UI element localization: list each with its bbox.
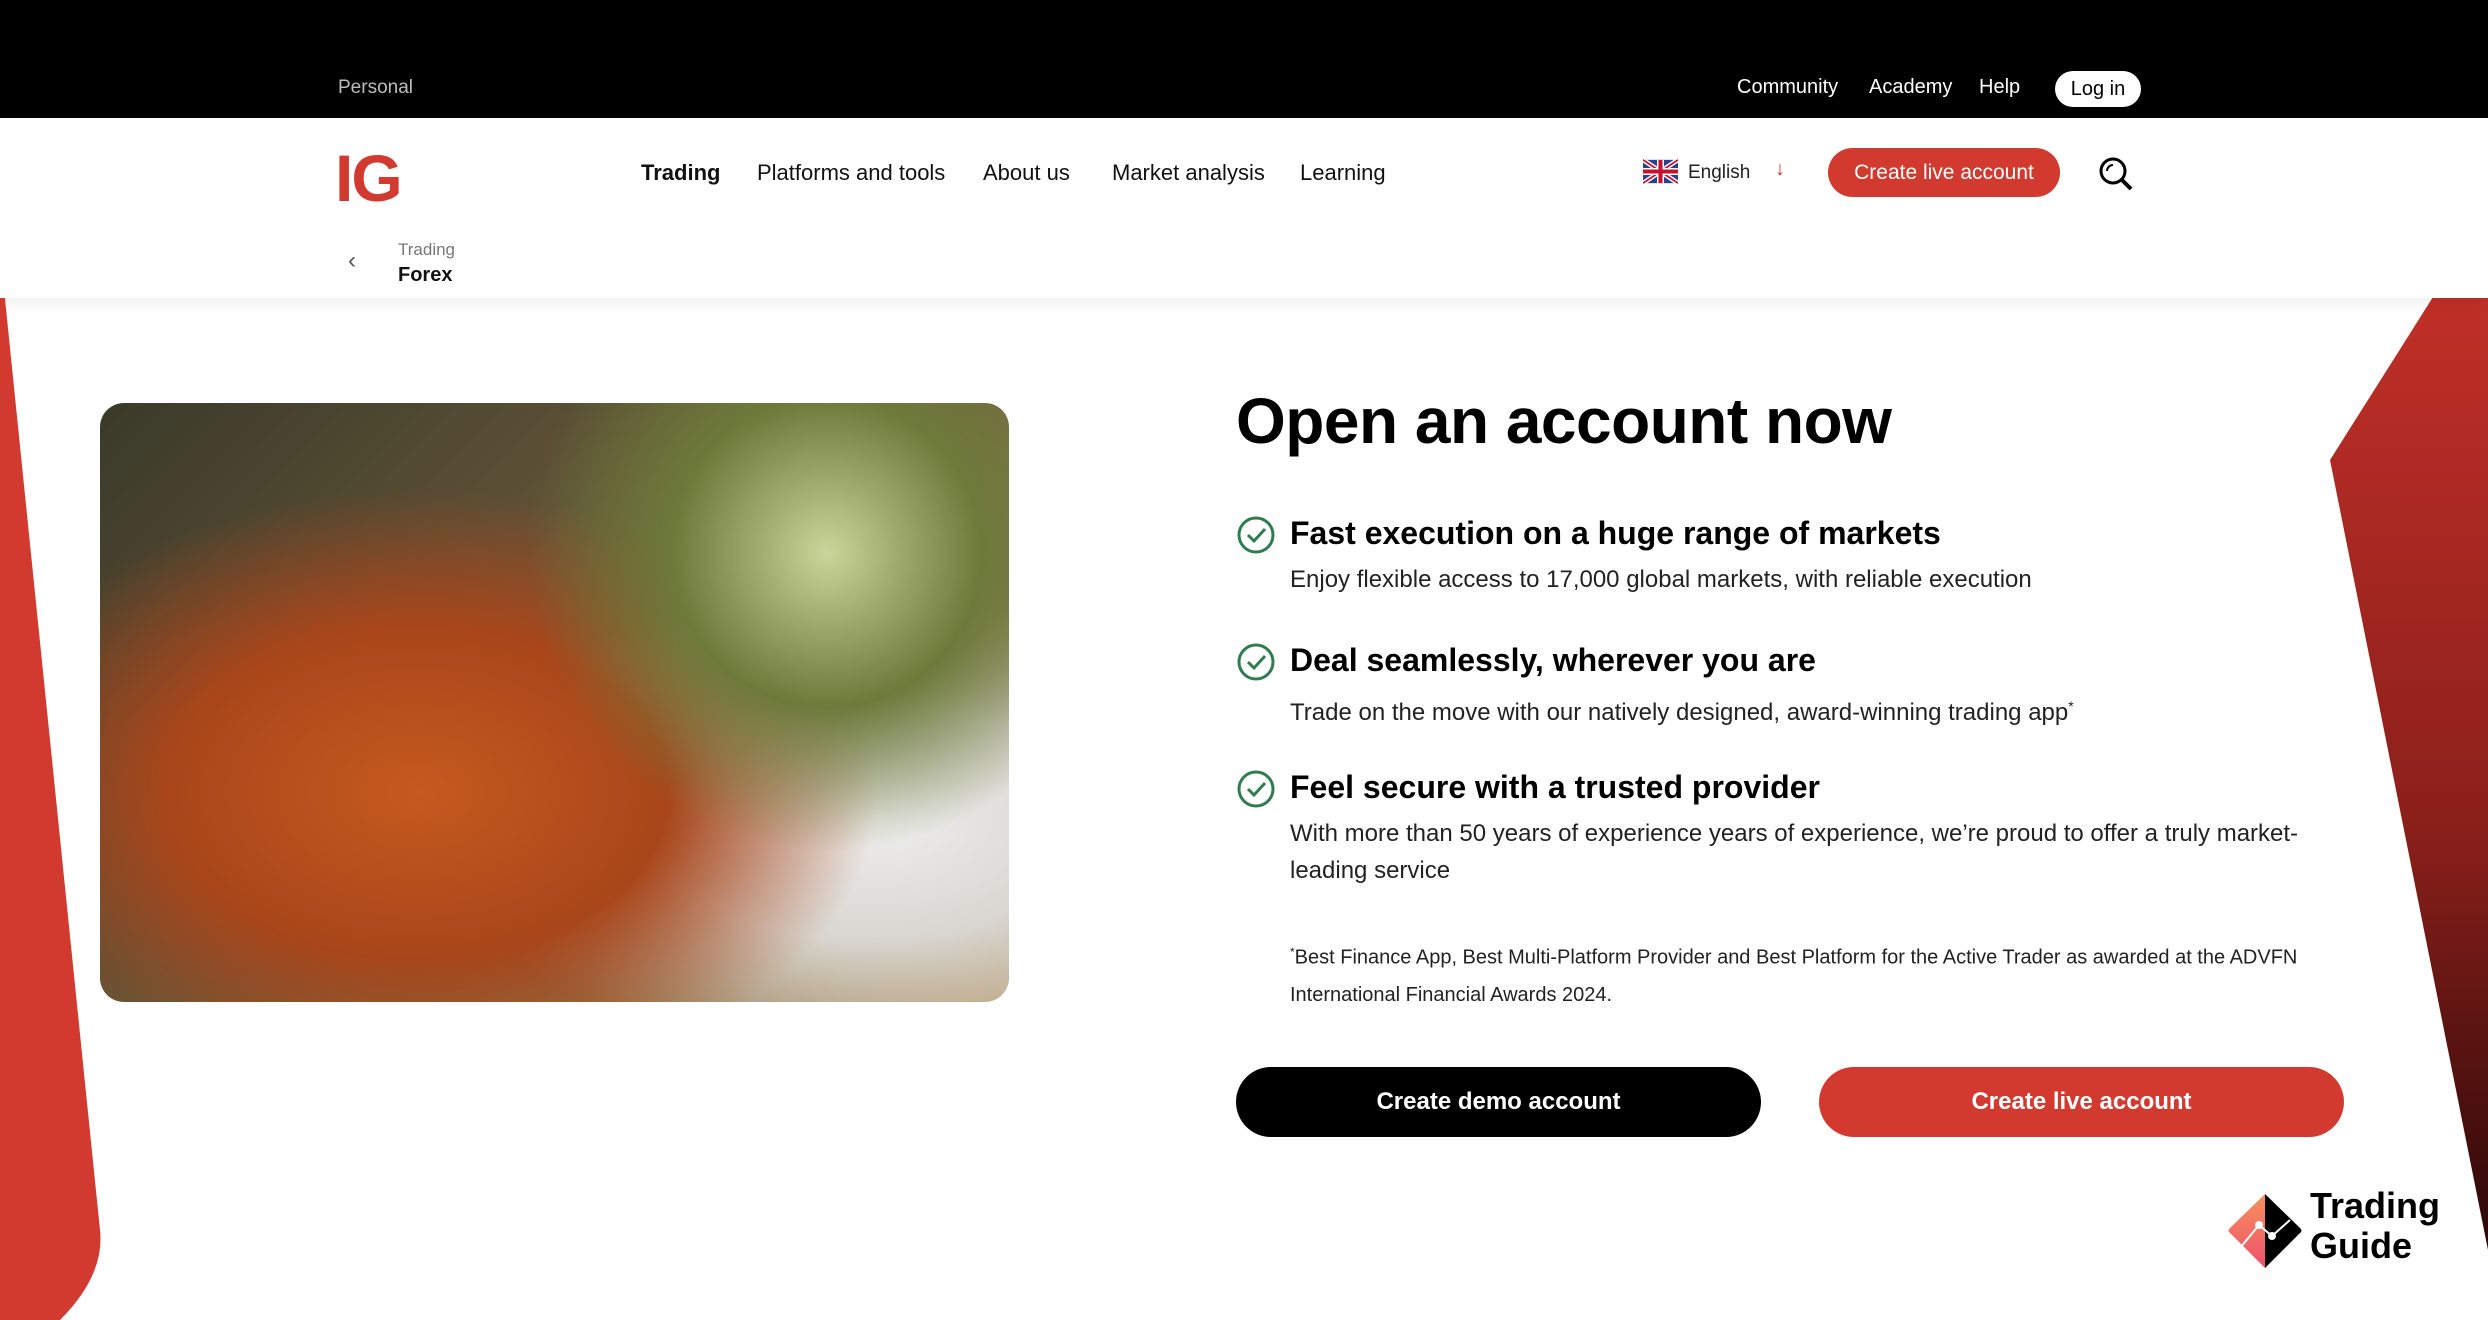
nav-about-us[interactable]: About us [983,160,1070,186]
chevron-left-icon[interactable]: ‹ [348,247,356,275]
nav-learning[interactable]: Learning [1300,160,1386,186]
segment-personal[interactable]: Personal [338,77,413,99]
feature-description: Enjoy flexible access to 17,000 global m… [1290,566,2032,593]
watermark-line: Guide [2310,1225,2413,1266]
check-circle-icon [1237,516,1275,554]
page-title: Open an account now [1236,385,1892,457]
community-link[interactable]: Community [1737,76,1838,99]
footnote-text: Best Finance App, Best Multi-Platform Pr… [1290,946,2298,1006]
search-icon[interactable] [2096,154,2136,194]
hero-photo [100,403,1009,1002]
uk-flag-icon[interactable] [1643,159,1678,184]
check-circle-icon [1237,770,1275,808]
feature-title: Fast execution on a huge range of market… [1290,515,1941,551]
ig-logo[interactable]: IG [335,140,403,216]
login-button[interactable]: Log in [2055,71,2141,107]
check-circle-icon [1237,643,1275,681]
create-demo-account-button[interactable]: Create demo account [1236,1067,1761,1137]
trading-guide-logo-icon [2228,1194,2302,1268]
nav-trading[interactable]: Trading [641,160,720,186]
feature-description: Trade on the move with our natively desi… [1290,688,2350,731]
trading-guide-watermark: Trading Guide [2310,1186,2440,1266]
feature-description: With more than 50 years of experience ye… [1290,820,2299,884]
academy-link[interactable]: Academy [1869,76,1952,99]
awards-footnote: *Best Finance App, Best Multi-Platform P… [1290,934,2390,1014]
language-selector[interactable]: English [1688,162,1750,184]
nav-platforms-and-tools[interactable]: Platforms and tools [757,160,945,186]
top-bar: Personal Community Academy Help Log in [0,0,2488,118]
arrow-down-icon[interactable]: ↓ [1775,158,1785,181]
breadcrumb-current: Forex [398,264,453,286]
nav-market-analysis[interactable]: Market analysis [1112,160,1265,186]
header-create-live-account-button[interactable]: Create live account [1828,148,2060,197]
footnote-marker: * [2068,698,2074,714]
create-live-account-button[interactable]: Create live account [1819,1067,2344,1137]
help-link[interactable]: Help [1979,76,2020,99]
breadcrumb-parent[interactable]: Trading [398,240,455,260]
feature-description-text: Trade on the move with our natively desi… [1290,699,2069,726]
feature-title: Feel secure with a trusted provider [1290,769,1820,805]
feature-title: Deal seamlessly, wherever you are [1290,642,1816,678]
watermark-line: Trading [2310,1185,2441,1226]
